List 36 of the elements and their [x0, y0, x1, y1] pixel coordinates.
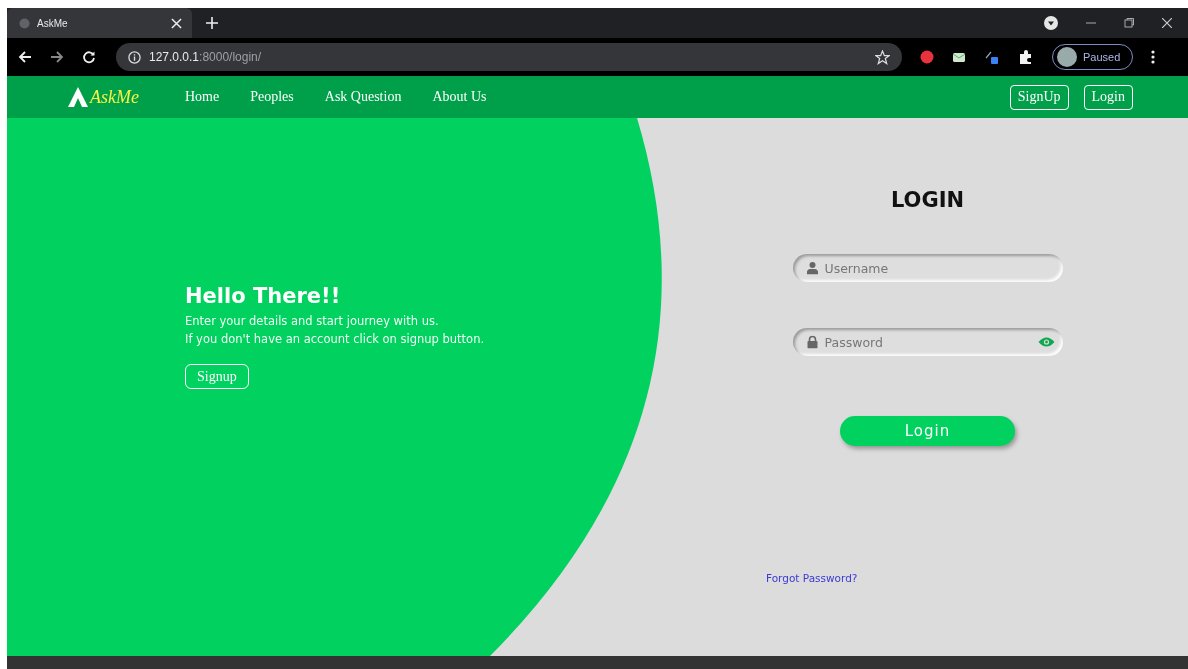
nav-button[interactable]: SignUp: [1009, 84, 1069, 110]
forward-icon[interactable]: [50, 50, 64, 64]
login-title: LOGIN: [890, 188, 965, 212]
info-icon: [128, 50, 141, 64]
reload-icon[interactable]: [82, 50, 96, 64]
hero-text: Enter your details and start journey with us.: [185, 314, 440, 328]
envelope-icon[interactable]: [952, 51, 966, 63]
tab-title: AskMe: [37, 17, 69, 29]
new-tab-icon[interactable]: [206, 17, 218, 29]
url-text: 127.0.0.1:8000/login/: [149, 50, 262, 64]
password-field[interactable]: Password: [792, 328, 1063, 356]
more-menu-icon[interactable]: [1151, 50, 1156, 64]
login-button[interactable]: Login: [840, 416, 1015, 446]
nav-link[interactable]: Peoples: [250, 89, 294, 105]
avatar-icon: [1057, 47, 1077, 67]
brand-name[interactable]: AskMe: [90, 87, 139, 108]
browser-tab[interactable]: AskMe: [7, 8, 192, 38]
nav-button[interactable]: Login: [1083, 84, 1133, 110]
nav-link[interactable]: About Us: [432, 89, 487, 105]
close-window-icon[interactable]: [1162, 18, 1172, 28]
hero-text: If you don't have an account click on signup button.: [185, 332, 486, 346]
close-icon[interactable]: [171, 17, 182, 29]
address-field[interactable]: 127.0.0.1:8000/login/: [116, 43, 902, 71]
forgot-password-link[interactable]: Forgot Password?: [766, 572, 858, 584]
media-control-icon[interactable]: [1044, 16, 1058, 30]
star-icon[interactable]: [875, 49, 890, 65]
hero-title: Hello There!!: [185, 284, 342, 308]
restore-icon[interactable]: [1124, 18, 1134, 28]
nav-link[interactable]: Ask Question: [324, 89, 402, 105]
signup-button[interactable]: Signup: [185, 364, 249, 389]
logo-icon: [67, 86, 89, 108]
back-icon[interactable]: [18, 50, 32, 64]
nav-link[interactable]: Home: [185, 89, 220, 105]
pen-square-icon[interactable]: [984, 49, 1000, 65]
username-field[interactable]: Username: [792, 254, 1063, 282]
puzzle-icon[interactable]: [1018, 49, 1034, 65]
